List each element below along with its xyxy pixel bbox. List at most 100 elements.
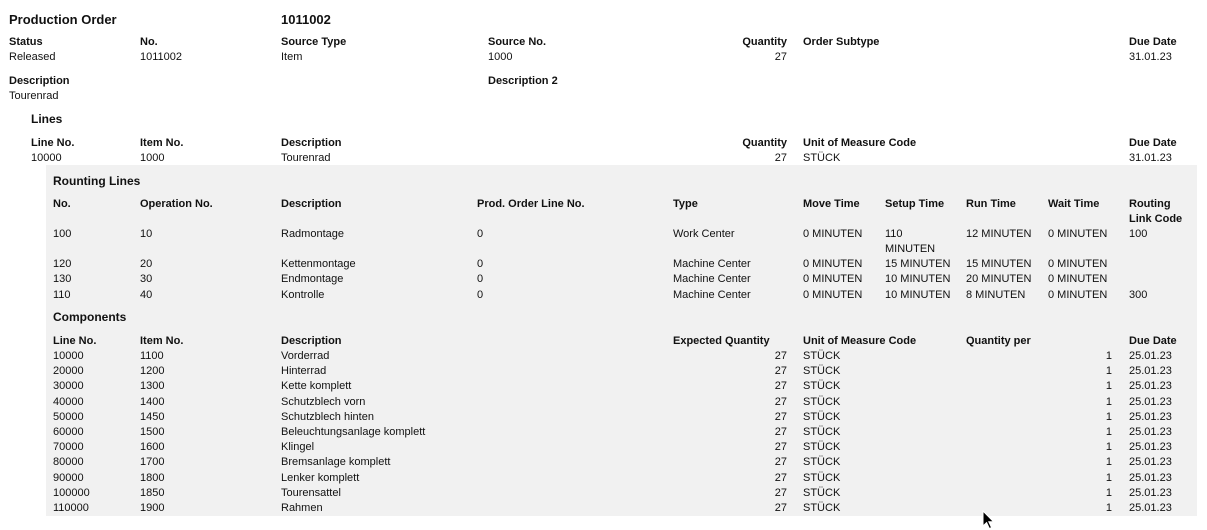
component-item-no: 1300 [140,380,165,393]
routing-run-time: 15 MINUTEN [966,258,1032,270]
routing-run-time: 12 MINUTEN [966,228,1032,240]
component-quantity-per: 1 [1105,502,1112,514]
component-expected-quantity: 27 [774,486,787,499]
routing-setup-time: 10 MINUTEN [885,273,951,285]
routing-wait-time: 0 MINUTEN [1048,258,1108,270]
mouse-pointer-icon [982,510,995,530]
component-quantity-per: 1 [1105,456,1112,469]
routing-wait-time: 0 MINUTEN [1048,273,1108,285]
lines-section-title: Lines [31,112,63,126]
routing-operation-no: 40 [140,289,153,301]
routing-col-link-code-line1: Routing [1129,198,1171,210]
routing-move-time: 0 MINUTEN [803,289,863,301]
component-expected-quantity: 27 [774,410,787,423]
description-label: Description [9,75,70,87]
component-line-no: 50000 [53,410,84,423]
components-col-due-date: Due Date [1129,335,1177,347]
lines-col-line-no: Line No. [31,137,75,149]
status-value: Released [9,51,56,63]
routing-wait-time: 0 MINUTEN [1048,228,1108,240]
component-item-no: 1900 [140,502,165,514]
component-line-no: 110000 [53,502,89,514]
component-item-no: 1100 [140,350,164,362]
routing-run-time: 20 MINUTEN [966,273,1032,285]
routing-section-title: Rounting Lines [53,174,141,188]
routing-setup-time: 10 MINUTEN [885,289,951,301]
component-line-no: 70000 [53,441,84,454]
order-number: 1011002 [281,12,331,27]
routing-prod-order-line-no: 0 [477,258,484,270]
routing-prod-order-line-no: 0 [477,289,484,301]
routing-setup-time-wrap: MINUTEN [885,243,936,255]
component-description: Hinterrad [281,365,327,378]
routing-no: 120 [53,258,72,270]
component-due-date: 25.01.23 [1129,365,1172,378]
component-quantity-per: 1 [1105,471,1112,484]
components-section-title: Components [53,310,127,324]
component-quantity-per: 1 [1105,395,1112,408]
component-due-date: 25.01.23 [1129,380,1172,393]
component-description: Rahmen [281,502,323,514]
routing-no: 110 [53,289,71,301]
component-expected-quantity: 27 [774,350,787,362]
due-date-label: Due Date [1129,36,1177,48]
component-line-no: 30000 [53,380,84,393]
component-due-date: 25.01.23 [1129,410,1172,423]
lines-uom: STÜCK [803,152,841,164]
lines-col-due-date: Due Date [1129,137,1177,149]
routing-no: 130 [53,273,72,285]
routing-move-time: 0 MINUTEN [803,258,863,270]
lines-line-no: 10000 [31,152,62,164]
lines-item-no: 1000 [140,152,165,164]
lines-quantity: 27 [774,152,787,164]
routing-prod-order-line-no: 0 [477,228,484,240]
routing-wait-time: 0 MINUTEN [1048,289,1108,301]
component-uom: STÜCK [803,380,841,393]
routing-operation-no: 10 [140,228,153,240]
routing-col-no: No. [53,198,71,210]
component-expected-quantity: 27 [774,471,787,484]
report-title: Production Order [9,12,117,27]
component-uom: STÜCK [803,410,841,423]
routing-type: Machine Center [673,273,751,285]
routing-description: Kettenmontage [281,258,356,270]
component-expected-quantity: 27 [774,426,787,438]
routing-col-description: Description [281,198,342,210]
component-due-date: 25.01.23 [1129,350,1172,362]
component-line-no: 40000 [53,395,84,408]
component-expected-quantity: 27 [774,365,787,378]
component-uom: STÜCK [803,350,841,362]
source-no-label: Source No. [488,36,547,48]
component-quantity-per: 1 [1105,426,1112,438]
component-item-no: 1500 [140,426,165,438]
component-quantity-per: 1 [1105,441,1112,454]
status-label: Status [9,36,43,48]
component-expected-quantity: 27 [774,395,787,408]
component-uom: STÜCK [803,502,841,514]
component-description: Klingel [281,441,315,454]
component-description: Schutzblech vorn [281,395,366,408]
components-col-item-no: Item No. [140,335,184,347]
component-line-no: 80000 [53,456,84,469]
no-value: 1011002 [140,51,183,63]
component-uom: STÜCK [803,486,841,499]
routing-operation-no: 20 [140,258,153,270]
components-col-expected-quantity: Expected Quantity [673,335,770,347]
components-col-description: Description [281,335,342,347]
routing-prod-order-line-no: 0 [477,273,484,285]
routing-description: Kontrolle [281,289,325,301]
component-line-no: 90000 [53,471,84,484]
component-due-date: 25.01.23 [1129,486,1172,499]
routing-col-operation-no: Operation No. [140,198,213,210]
routing-move-time: 0 MINUTEN [803,228,863,240]
routing-operation-no: 30 [140,273,153,285]
component-description: Beleuchtungsanlage komplett [281,426,426,438]
component-line-no: 10000 [53,350,84,362]
source-no-value: 1000 [488,51,513,63]
lines-description: Tourenrad [281,152,331,164]
components-col-quantity-per: Quantity per [966,335,1031,347]
component-due-date: 25.01.23 [1129,471,1172,484]
component-quantity-per: 1 [1105,365,1112,378]
description2-label: Description 2 [488,75,558,87]
routing-move-time: 0 MINUTEN [803,273,863,285]
